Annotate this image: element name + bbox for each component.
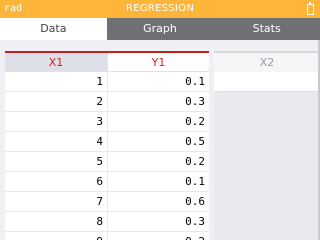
y1-cell[interactable]: 0.1 (107, 72, 209, 91)
y1-cell[interactable]: 0.3 (107, 212, 209, 231)
table-row: 8 0.3 (5, 212, 209, 232)
x1-cell[interactable]: 3 (5, 112, 107, 131)
table-row-partial: 9 0.2 (5, 232, 209, 240)
y1-cell[interactable]: 0.2 (107, 112, 209, 131)
x1-cell[interactable]: 8 (5, 212, 107, 231)
y1-cell[interactable]: 0.2 (107, 232, 209, 240)
table-row: 5 0.2 (5, 152, 209, 172)
y1-cell[interactable]: 0.6 (107, 192, 209, 211)
table-row: 7 0.6 (5, 192, 209, 212)
y1-cell[interactable]: 0.3 (107, 92, 209, 111)
column-header-x1[interactable]: X1 (5, 53, 107, 72)
y1-cell[interactable]: 0.5 (107, 132, 209, 151)
tab-data[interactable]: Data (0, 18, 107, 40)
x1-cell[interactable]: 6 (5, 172, 107, 191)
tab-graph[interactable]: Graph (107, 18, 214, 40)
x1-cell[interactable]: 5 (5, 152, 107, 171)
x1-cell[interactable]: 7 (5, 192, 107, 211)
x1-cell[interactable]: 2 (5, 92, 107, 111)
column-header-y1[interactable]: Y1 (107, 53, 209, 72)
x1-cell[interactable]: 4 (5, 132, 107, 151)
table-rows: 1 0.1 2 0.3 3 0.2 4 0.5 5 0.2 6 0.1 7 0.… (5, 72, 209, 240)
table-row: 1 0.1 (5, 72, 209, 92)
table-row: 2 0.3 (5, 92, 209, 112)
column-header-x2[interactable]: X2 (214, 51, 320, 72)
x1-cell[interactable]: 1 (5, 72, 107, 91)
table-row: 4 0.5 (5, 132, 209, 152)
y1-cell[interactable]: 0.1 (107, 172, 209, 191)
data-table: X1 Y1 1 0.1 2 0.3 3 0.2 4 0.5 5 0.2 6 0.… (5, 51, 209, 240)
battery-icon (307, 2, 314, 15)
x2-empty-cell[interactable] (214, 72, 320, 92)
table-row: 6 0.1 (5, 172, 209, 192)
x1-cell[interactable]: 9 (5, 232, 107, 240)
data-view: X1 Y1 1 0.1 2 0.3 3 0.2 4 0.5 5 0.2 6 0.… (0, 40, 320, 240)
status-bar: rad REGRESSION (0, 0, 320, 18)
next-column: X2 (214, 51, 320, 240)
y1-cell[interactable]: 0.2 (107, 152, 209, 171)
table-row: 3 0.2 (5, 112, 209, 132)
tab-stats[interactable]: Stats (213, 18, 320, 40)
tab-bar: Data Graph Stats (0, 18, 320, 40)
app-title: REGRESSION (125, 3, 195, 14)
